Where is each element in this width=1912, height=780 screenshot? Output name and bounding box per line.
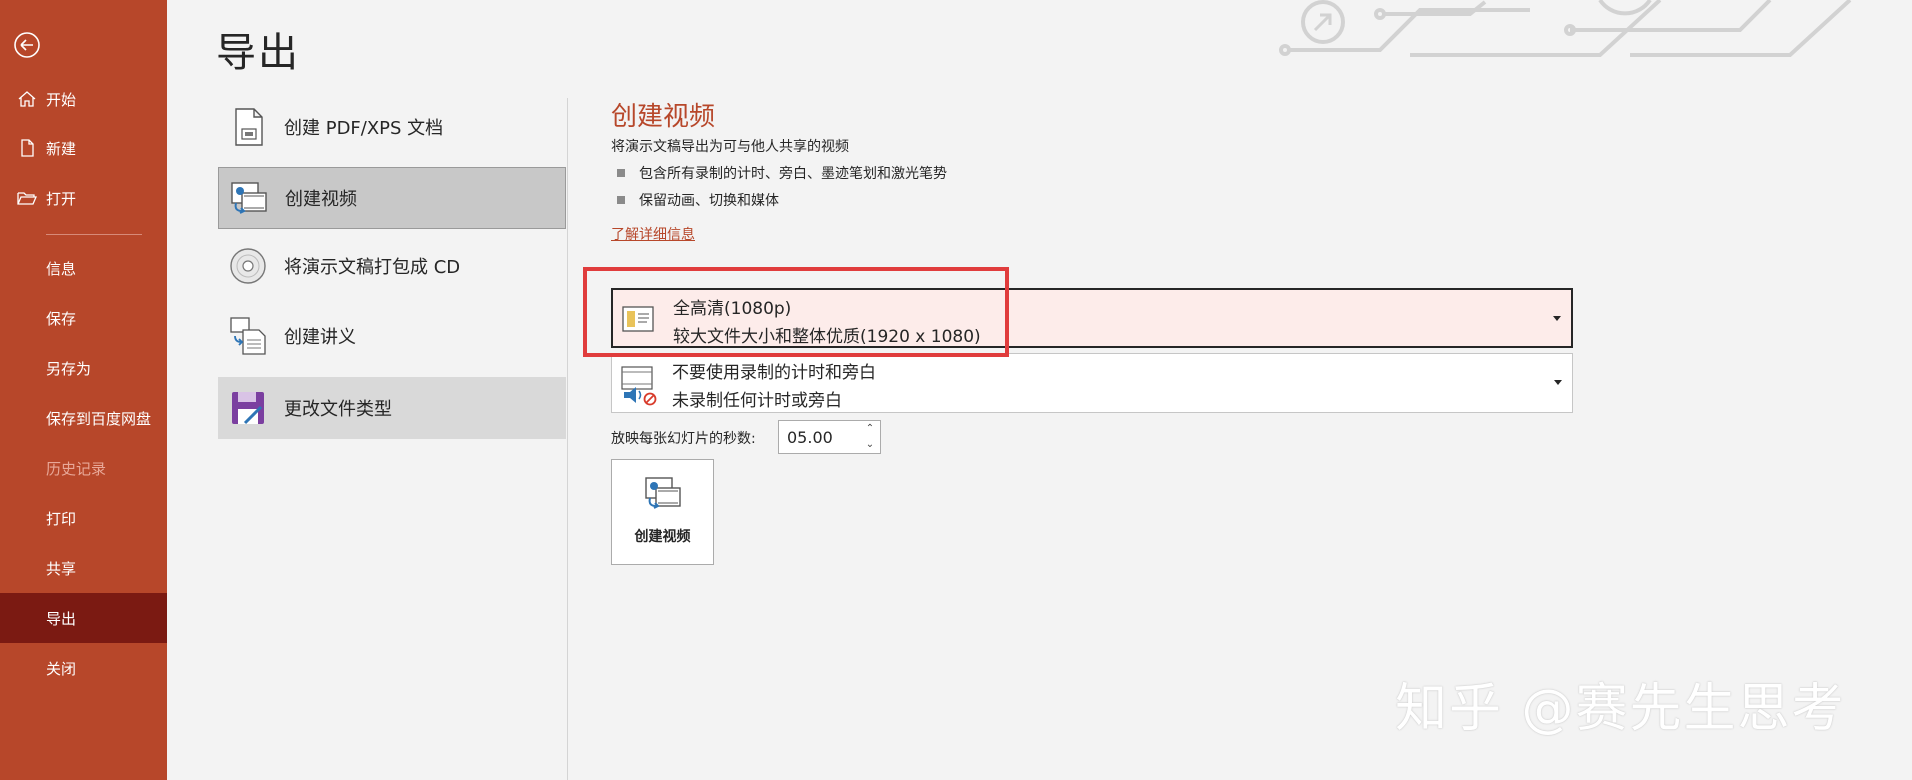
change-filetype-icon (228, 388, 268, 428)
nav-save-baidu-label: 保存到百度网盘 (46, 409, 152, 428)
bullet-text: 包含所有录制的计时、旁白、墨迹笔划和激光笔势 (639, 166, 947, 182)
handout-icon (228, 316, 268, 356)
nav-info[interactable]: 信息 (0, 243, 167, 293)
home-icon (16, 88, 38, 110)
seconds-per-slide-label: 放映每张幻灯片的秒数: (611, 431, 756, 447)
nav-close[interactable]: 关闭 (0, 643, 167, 693)
nav-save-label: 保存 (46, 309, 77, 328)
nav-new-label: 新建 (46, 139, 77, 158)
cd-icon (228, 246, 268, 286)
watermark: 知乎 @赛先生思考 (1395, 679, 1846, 739)
circuit-decoration (1279, 0, 1852, 57)
nav-save-baidu[interactable]: 保存到百度网盘 (0, 393, 167, 443)
detail-title: 创建视频 (611, 102, 716, 132)
page-title: 导出 (216, 30, 300, 76)
option-create-pdf[interactable]: 创建 PDF/XPS 文档 (218, 96, 566, 158)
option-create-pdf-label: 创建 PDF/XPS 文档 (284, 118, 444, 139)
timing-dropdown[interactable]: 不要使用录制的计时和旁白 未录制任何计时或旁白 (611, 353, 1573, 413)
nav-history-label: 历史记录 (46, 459, 107, 478)
option-create-video-label: 创建视频 (285, 189, 357, 210)
nav-home[interactable]: 开始 (0, 74, 167, 124)
chevron-down-icon (1553, 316, 1561, 321)
column-divider (567, 98, 568, 780)
nav-home-label: 开始 (46, 90, 77, 109)
pdf-document-icon (228, 107, 268, 147)
option-create-video[interactable]: 创建视频 (218, 167, 566, 229)
video-icon (644, 474, 682, 512)
bullet-square-icon (617, 169, 625, 177)
chevron-down-icon (1554, 380, 1562, 385)
nav-print-label: 打印 (46, 509, 77, 528)
option-package-cd-label: 将演示文稿打包成 CD (284, 257, 461, 278)
spin-up-icon[interactable]: ⌃ (862, 421, 878, 435)
nav-share-label: 共享 (46, 559, 77, 578)
bullet-item: 保留动画、切换和媒体 (617, 190, 779, 210)
learn-more-link[interactable]: 了解详细信息 (611, 224, 695, 244)
nav-open-label: 打开 (46, 189, 77, 208)
option-change-filetype[interactable]: 更改文件类型 (218, 377, 566, 439)
quality-slide-icon (621, 302, 657, 338)
timing-option-title: 不要使用录制的计时和旁白 (672, 363, 876, 383)
nav-export-label: 导出 (46, 609, 77, 628)
back-arrow-icon (14, 32, 40, 58)
option-package-cd[interactable]: 将演示文稿打包成 CD (218, 235, 566, 297)
option-create-handout[interactable]: 创建讲义 (218, 305, 566, 367)
create-video-button-label: 创建视频 (634, 529, 691, 545)
quality-dropdown[interactable]: 全高清(1080p) 较大文件大小和整体优质(1920 x 1080) (611, 288, 1573, 348)
sidebar-divider (46, 234, 142, 235)
create-video-button[interactable]: 创建视频 (611, 459, 714, 565)
nav-share[interactable]: 共享 (0, 543, 167, 593)
option-change-filetype-label: 更改文件类型 (284, 399, 392, 420)
detail-description: 将演示文稿导出为可与他人共享的视频 (611, 139, 849, 155)
no-narration-icon (620, 366, 657, 406)
nav-print[interactable]: 打印 (0, 493, 167, 543)
nav-new[interactable]: 新建 (0, 123, 167, 173)
quality-option-subtitle: 较大文件大小和整体优质(1920 x 1080) (673, 327, 981, 347)
bullet-text: 保留动画、切换和媒体 (639, 193, 779, 209)
nav-save-as-label: 另存为 (46, 359, 92, 378)
backstage-sidebar: 开始 新建 打开 信息 保存 另存为 保存到百度网盘 历史记录 打印 共享 导出… (0, 0, 167, 780)
nav-info-label: 信息 (46, 259, 77, 278)
nav-open[interactable]: 打开 (0, 173, 167, 223)
nav-export[interactable]: 导出 (0, 593, 167, 643)
nav-save[interactable]: 保存 (0, 293, 167, 343)
bullet-item: 包含所有录制的计时、旁白、墨迹笔划和激光笔势 (617, 163, 947, 183)
spin-down-icon[interactable]: ⌄ (862, 437, 878, 451)
video-icon (229, 178, 269, 218)
bullet-square-icon (617, 196, 625, 204)
quality-option-title: 全高清(1080p) (673, 299, 792, 319)
timing-option-subtitle: 未录制任何计时或旁白 (672, 391, 842, 411)
option-create-handout-label: 创建讲义 (284, 327, 356, 348)
nav-save-as[interactable]: 另存为 (0, 343, 167, 393)
open-folder-icon (16, 187, 38, 209)
back-button[interactable] (12, 30, 42, 60)
new-document-icon (16, 137, 38, 159)
nav-history: 历史记录 (0, 443, 167, 493)
nav-close-label: 关闭 (46, 659, 77, 678)
